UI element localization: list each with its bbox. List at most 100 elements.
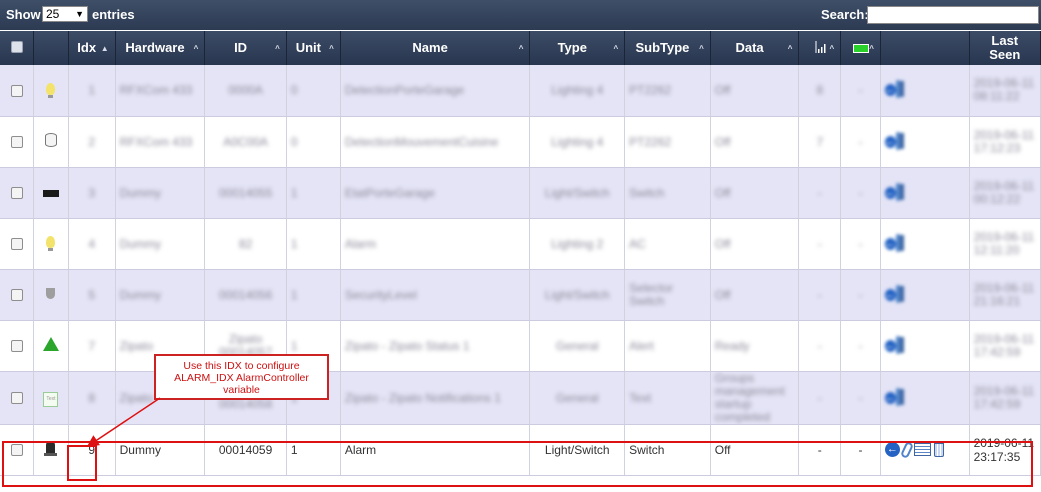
select-all-header[interactable] xyxy=(0,31,35,65)
data-cell: Off xyxy=(710,65,800,117)
column-header-data[interactable]: Data ^ xyxy=(710,31,800,65)
type-cell: Light/Switch xyxy=(529,269,626,321)
device-icon-cell[interactable] xyxy=(33,167,69,219)
last-seen-cell: 2019-06-11 00:12:22 xyxy=(969,167,1041,219)
device-icon-cell[interactable] xyxy=(33,269,69,321)
device-icon-cell[interactable]: Text xyxy=(33,371,69,425)
type-cell: Lighting 4 xyxy=(529,116,626,168)
device-icon-cell[interactable] xyxy=(33,116,69,168)
lightbulb-icon[interactable] xyxy=(46,82,56,98)
table-row[interactable]: 3 Dummy 00014055 1 EtatPorteGarage Light/Swit… xyxy=(0,167,1041,219)
idx-cell: 4 xyxy=(68,218,116,270)
select-all-checkbox[interactable] xyxy=(10,40,23,53)
row-checkbox[interactable] xyxy=(10,289,23,302)
column-header-subtype[interactable]: SubType ^ xyxy=(624,31,711,65)
row-checkbox-cell[interactable] xyxy=(0,218,35,270)
row-checkbox-cell[interactable] xyxy=(0,269,35,321)
shield-icon[interactable] xyxy=(46,287,56,302)
log-icon[interactable]: ← xyxy=(884,339,896,352)
signal-strength-icon xyxy=(815,40,826,53)
log-icon[interactable]: ← xyxy=(884,135,896,148)
row-checkbox[interactable] xyxy=(10,187,23,200)
row-checkbox-cell[interactable] xyxy=(0,167,35,219)
trash-icon[interactable] xyxy=(901,234,904,251)
black-rectangle-icon[interactable] xyxy=(42,186,59,200)
table-icon[interactable] xyxy=(913,443,931,456)
battery-cell: - xyxy=(840,116,881,168)
trash-icon[interactable] xyxy=(901,336,904,353)
device-icon-cell[interactable] xyxy=(33,65,69,117)
column-header-name[interactable]: Name ^ xyxy=(340,31,531,65)
device-icon-cell[interactable] xyxy=(33,218,69,270)
trash-icon[interactable] xyxy=(901,285,904,302)
trash-icon[interactable] xyxy=(901,81,904,98)
log-icon[interactable]: ← xyxy=(884,442,900,457)
row-checkbox-cell[interactable] xyxy=(0,424,35,476)
type-cell: Light/Switch xyxy=(529,424,626,476)
text-document-icon[interactable]: Text xyxy=(43,389,59,407)
row-checkbox[interactable] xyxy=(10,340,23,353)
device-icon-cell[interactable] xyxy=(33,424,69,476)
trash-icon[interactable] xyxy=(901,183,904,200)
sort-both-icon: ^ xyxy=(869,44,874,53)
column-header-id[interactable]: ID ^ xyxy=(204,31,287,65)
device-icon-cell[interactable] xyxy=(33,320,69,372)
row-checkbox[interactable] xyxy=(10,136,23,149)
table-row[interactable]: 2 RFXCom 433 A0C00A 0 DetectionMouvementCuis… xyxy=(0,116,1041,168)
row-checkbox-cell[interactable] xyxy=(0,65,35,117)
edit-icon[interactable] xyxy=(899,440,914,459)
type-cell: Lighting 2 xyxy=(529,218,626,270)
name-cell: DetectionPorteGarage xyxy=(340,65,531,117)
cylinder-icon[interactable] xyxy=(44,133,57,150)
subtype-cell: AC xyxy=(624,218,711,270)
row-checkbox[interactable] xyxy=(10,85,23,98)
log-icon[interactable]: ← xyxy=(884,186,896,199)
trash-icon[interactable] xyxy=(901,388,904,405)
idx-cell: 7 xyxy=(68,320,116,372)
actions-cell: ← xyxy=(880,320,970,372)
table-row[interactable]: 5 Dummy 00014056 1 SecurityLevel Light/Switch… xyxy=(0,269,1041,321)
column-header-last-seen[interactable]: Last Seen xyxy=(969,31,1041,65)
log-icon[interactable]: ← xyxy=(884,84,896,97)
actions-cell: ← xyxy=(880,371,970,425)
row-checkbox[interactable] xyxy=(10,238,23,251)
signal-cell: - xyxy=(798,218,842,270)
signal-cell: - xyxy=(798,371,842,425)
entries-select[interactable]: 25 ▼ xyxy=(42,6,88,22)
search-input[interactable] xyxy=(867,6,1039,24)
log-icon[interactable]: ← xyxy=(884,288,896,301)
column-header-idx[interactable]: Idx ▲ xyxy=(68,31,116,65)
trash-icon[interactable] xyxy=(901,132,904,149)
column-header-battery[interactable]: ^ xyxy=(840,31,881,65)
battery-cell: - xyxy=(840,320,881,372)
log-icon[interactable]: ← xyxy=(884,237,896,250)
row-checkbox[interactable] xyxy=(10,392,23,405)
table-row[interactable]: 4 Dummy 82 1 Alarm Lighting 2 AC Off - - ← 2019-06-… xyxy=(0,218,1041,270)
row-checkbox[interactable] xyxy=(10,444,23,457)
lightbulb-icon[interactable] xyxy=(46,236,56,251)
column-header-signal[interactable]: ^ xyxy=(798,31,842,65)
actions-cell: ← xyxy=(880,167,970,219)
table-row[interactable]: 9 Dummy 00014059 1 Alarm Light/Switch Switch Of… xyxy=(0,424,1041,476)
devices-table: Idx ▲ Hardware ^ ID ^ Unit ^ Name ^ Type ^ Sub… xyxy=(0,31,1041,476)
sort-both-icon: ^ xyxy=(275,44,280,53)
sort-both-icon: ^ xyxy=(829,44,835,53)
column-header-type[interactable]: Type ^ xyxy=(529,31,626,65)
table-row[interactable]: 1 RFXCom 433 0000A 0 DetectionPorteGarage Lig… xyxy=(0,65,1041,117)
type-cell: Lighting 4 xyxy=(529,65,626,117)
battery-cell: - xyxy=(840,65,881,117)
entries-label: entries xyxy=(92,7,135,22)
column-header-unit[interactable]: Unit ^ xyxy=(286,31,341,65)
siren-icon[interactable] xyxy=(44,440,58,459)
sort-both-icon: ^ xyxy=(193,44,199,53)
log-icon[interactable]: ← xyxy=(884,391,896,404)
warning-triangle-icon[interactable] xyxy=(42,337,59,354)
row-checkbox-cell[interactable] xyxy=(0,371,35,425)
idx-cell: 5 xyxy=(68,269,116,321)
row-checkbox-cell[interactable] xyxy=(0,116,35,168)
name-cell: Zipato - Zipato Status 1 xyxy=(340,320,531,372)
trash-icon[interactable] xyxy=(933,442,944,457)
column-header-hardware[interactable]: Hardware ^ xyxy=(115,31,206,65)
hardware-cell: RFXCom 433 xyxy=(115,116,206,168)
row-checkbox-cell[interactable] xyxy=(0,320,35,372)
